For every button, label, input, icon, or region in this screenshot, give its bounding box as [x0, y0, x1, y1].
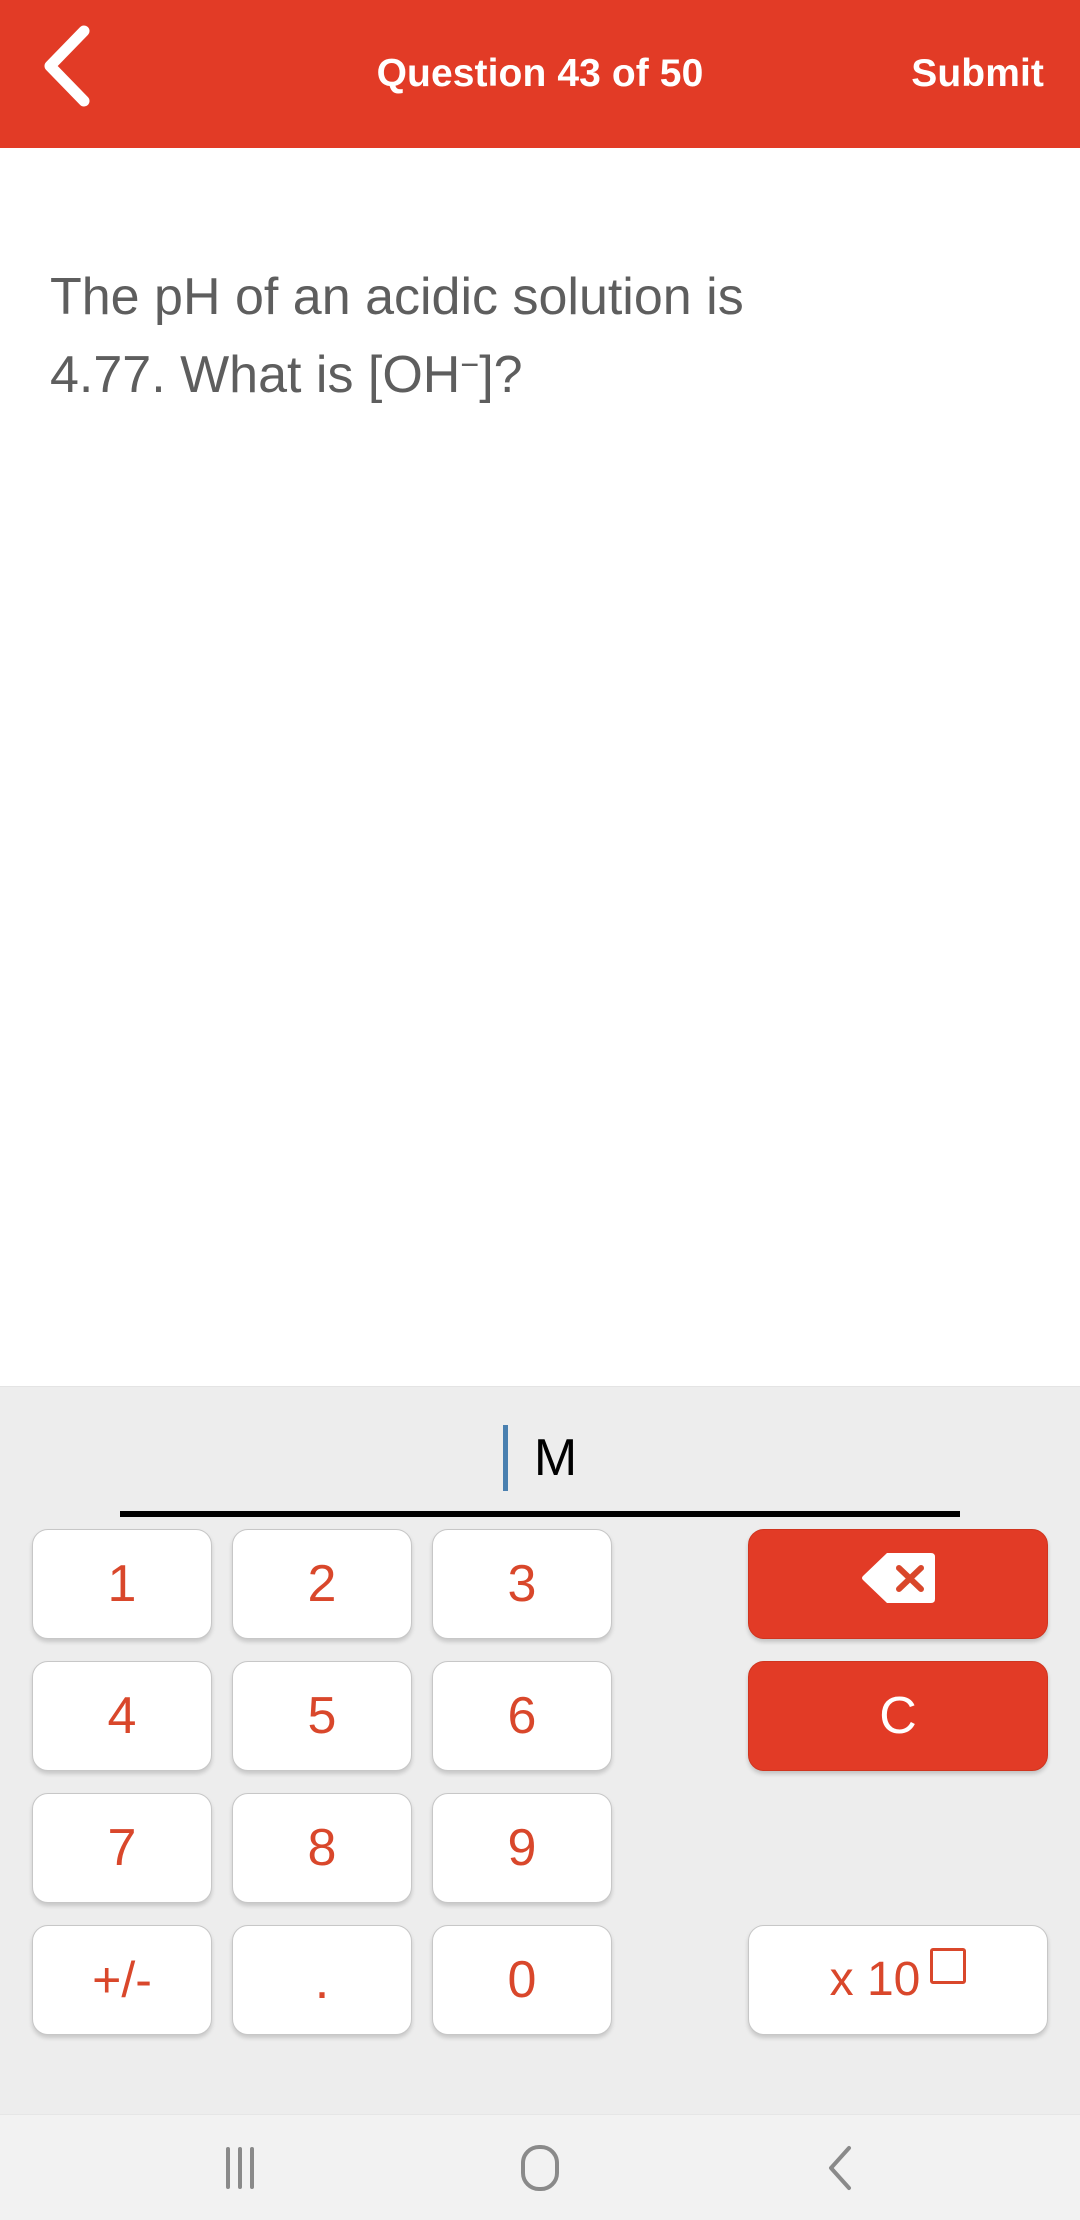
answer-unit-label: M: [533, 1429, 578, 1487]
key-3[interactable]: 3: [432, 1529, 612, 1639]
exponent-button-label: x 10: [829, 1953, 921, 2006]
back-chevron-icon: [825, 2145, 855, 2191]
backspace-icon: [861, 1551, 935, 1618]
calculator-keypad-panel: M 1 2 3 4 5 6 7 8 9 +/- . 0 C x 10: [0, 1386, 1080, 2114]
question-prompt: The pH of an acidic solution is 4.77. Wh…: [50, 258, 1010, 414]
keypad-grid: 1 2 3 4 5 6 7 8 9 +/- . 0 C x 10: [0, 1529, 1080, 2099]
exponent-button-content: x 10: [829, 1948, 967, 2006]
answer-input-contents: M: [120, 1405, 960, 1511]
recent-apps-icon: [223, 2146, 257, 2189]
key-0[interactable]: 0: [432, 1925, 612, 2035]
answer-input-field[interactable]: M: [120, 1405, 960, 1517]
hydroxide-charge-superscript: −: [460, 346, 480, 383]
key-6[interactable]: 6: [432, 1661, 612, 1771]
key-1[interactable]: 1: [32, 1529, 212, 1639]
clear-button[interactable]: C: [748, 1661, 1048, 1771]
key-5[interactable]: 5: [232, 1661, 412, 1771]
key-7[interactable]: 7: [32, 1793, 212, 1903]
backspace-button[interactable]: [748, 1529, 1048, 1639]
question-line-1: The pH of an acidic solution is: [50, 268, 744, 326]
exponent-placeholder-box: [930, 1948, 967, 1984]
exponent-button[interactable]: x 10: [748, 1925, 1048, 2035]
recents-button[interactable]: [160, 2115, 320, 2220]
key-4[interactable]: 4: [32, 1661, 212, 1771]
question-line-2-prefix: 4.77. What is [OH: [50, 346, 461, 404]
app-screen: Question 43 of 50 Submit The pH of an ac…: [0, 0, 1080, 2220]
system-navigation-bar: [0, 2114, 1080, 2220]
submit-button[interactable]: Submit: [911, 0, 1044, 148]
key-plus-minus[interactable]: +/-: [32, 1925, 212, 2035]
home-icon: [520, 2144, 560, 2192]
key-8[interactable]: 8: [232, 1793, 412, 1903]
key-2[interactable]: 2: [232, 1529, 412, 1639]
question-content-area: The pH of an acidic solution is 4.77. Wh…: [0, 148, 1080, 1386]
key-9[interactable]: 9: [432, 1793, 612, 1903]
question-line-2-suffix: ]?: [479, 346, 523, 404]
system-back-button[interactable]: [760, 2115, 920, 2220]
home-button[interactable]: [460, 2115, 620, 2220]
answer-input-underline: [120, 1511, 960, 1517]
key-decimal[interactable]: .: [232, 1925, 412, 2035]
text-caret: [502, 1425, 508, 1491]
app-header-bar: Question 43 of 50 Submit: [0, 0, 1080, 148]
